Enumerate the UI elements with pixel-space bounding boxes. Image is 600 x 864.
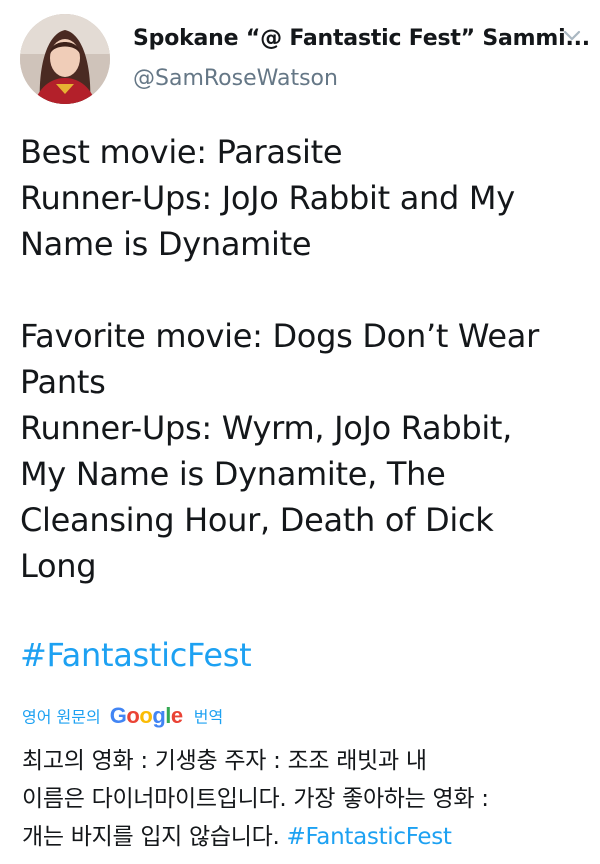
translated-text: 최고의 영화 : 기생충 주자 : 조조 래빗과 내 이름은 다이너마이트입니다… bbox=[22, 742, 582, 856]
chevron-down-icon[interactable] bbox=[560, 26, 584, 46]
display-name[interactable]: Spokane “@ Fantastic Fest” Sammi... bbox=[133, 26, 590, 51]
avatar[interactable] bbox=[20, 14, 110, 104]
tweet-line: Cleansing Hour, Death of Dick bbox=[20, 501, 494, 539]
tweet-text: Best movie: Parasite Runner-Ups: JoJo Ra… bbox=[20, 129, 580, 589]
translation-line-text: 개는 바지를 입지 않습니다. bbox=[22, 824, 287, 850]
hashtag-link[interactable]: #FantasticFest bbox=[20, 636, 252, 674]
translation-hashtag-link[interactable]: #FantasticFest bbox=[287, 824, 452, 850]
tweet-card: Spokane “@ Fantastic Fest” Sammi... @Sam… bbox=[0, 0, 600, 864]
avatar-image bbox=[20, 14, 110, 104]
tweet-line: Long bbox=[20, 547, 97, 585]
translate-prefix: 영어 원문의 bbox=[22, 707, 101, 727]
google-logo: Google bbox=[109, 703, 183, 729]
tweet-line: Favorite movie: Dogs Don’t Wear bbox=[20, 317, 539, 355]
tweet-line: Name is Dynamite bbox=[20, 225, 312, 263]
user-handle[interactable]: @SamRoseWatson bbox=[133, 66, 338, 91]
tweet-line: My Name is Dynamite, The bbox=[20, 455, 446, 493]
translation-line: 최고의 영화 : 기생충 주자 : 조조 래빗과 내 bbox=[22, 748, 427, 774]
translate-attribution[interactable]: 영어 원문의 Google 번역 bbox=[22, 702, 223, 732]
tweet-line: Best movie: Parasite bbox=[20, 133, 343, 171]
translate-suffix: 번역 bbox=[193, 707, 224, 727]
tweet-line: Runner-Ups: JoJo Rabbit and My bbox=[20, 179, 515, 217]
translation-line: 이름은 다이너마이트입니다. 가장 좋아하는 영화 : bbox=[22, 786, 489, 812]
tweet-line: Pants bbox=[20, 363, 106, 401]
tweet-line: Runner-Ups: Wyrm, JoJo Rabbit, bbox=[20, 409, 513, 447]
translation-line: 개는 바지를 입지 않습니다. #FantasticFest bbox=[22, 818, 582, 856]
